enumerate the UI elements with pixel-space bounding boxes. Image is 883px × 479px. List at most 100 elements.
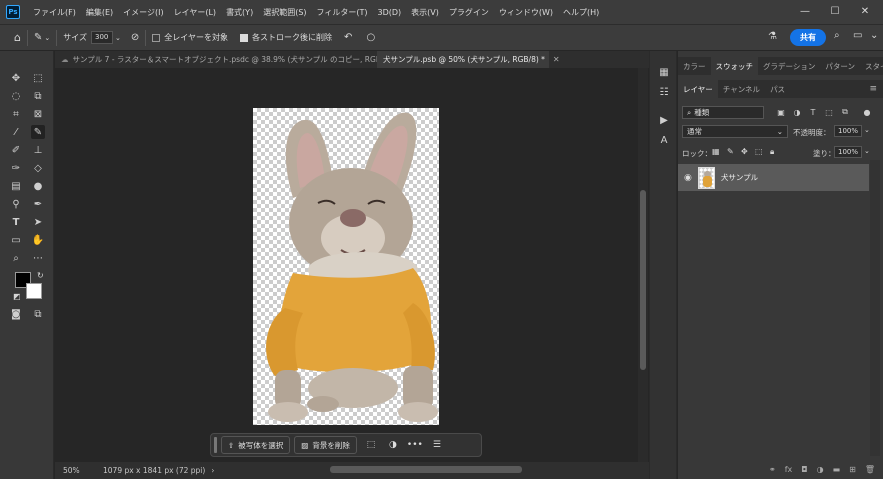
- lock-artboard-icon[interactable]: ⬚: [755, 147, 763, 156]
- brush-tool-icon[interactable]: ✐: [9, 143, 23, 157]
- link-icon[interactable]: ⚭: [769, 465, 776, 474]
- fx-icon[interactable]: fx: [785, 465, 793, 474]
- scrollbar-thumb[interactable]: [640, 190, 646, 370]
- group-icon[interactable]: ▬: [833, 465, 841, 474]
- undo-icon[interactable]: ↶: [344, 32, 352, 43]
- swap-colors-icon[interactable]: ↻: [37, 271, 44, 280]
- eraser-tool-icon[interactable]: ◇: [31, 161, 45, 175]
- more-options-icon[interactable]: •••: [407, 437, 423, 453]
- libraries-icon[interactable]: ▦: [657, 65, 671, 79]
- remove-tool-icon[interactable]: ✎: [34, 32, 42, 43]
- canvas-vertical-scrollbar[interactable]: [638, 68, 648, 462]
- tab-swatches[interactable]: スウォッチ: [710, 57, 758, 75]
- menu-layer[interactable]: レイヤー(L): [169, 7, 221, 18]
- tab-channels[interactable]: チャンネル: [718, 80, 765, 98]
- menu-type[interactable]: 書式(Y): [221, 7, 258, 18]
- menu-help[interactable]: ヘルプ(H): [558, 7, 604, 18]
- mask-icon[interactable]: ◘: [801, 465, 807, 474]
- adjustment-layer-icon[interactable]: ◑: [817, 465, 824, 474]
- fill-input[interactable]: 100%: [834, 146, 862, 158]
- flask-icon[interactable]: ⚗: [768, 31, 777, 42]
- frame-tool-icon[interactable]: ⊠: [31, 107, 45, 121]
- object-select-tool-icon[interactable]: ⧉: [31, 89, 45, 103]
- size-input[interactable]: 300: [91, 31, 114, 44]
- rectangle-tool-icon[interactable]: ▭: [9, 233, 23, 247]
- trash-icon[interactable]: 🗑︎: [865, 465, 875, 474]
- quick-mask-icon[interactable]: ◙: [9, 307, 23, 321]
- horizontal-scrollbar-thumb[interactable]: [330, 466, 522, 473]
- settings-sliders-icon[interactable]: ☰: [429, 437, 445, 453]
- sample-all-checkbox[interactable]: [152, 33, 161, 42]
- zoom-tool-icon[interactable]: ⌕: [9, 251, 23, 265]
- remove-background-button[interactable]: ▨ 背景を削除: [294, 436, 357, 454]
- filter-smart-icon[interactable]: ⧉: [840, 107, 850, 117]
- menu-view[interactable]: 表示(V): [406, 7, 444, 18]
- search-icon[interactable]: ⌕: [834, 30, 840, 41]
- tab-styles[interactable]: スタイル: [860, 57, 883, 75]
- menu-file[interactable]: ファイル(F): [28, 7, 81, 18]
- filter-shape-icon[interactable]: ⬚: [824, 107, 834, 117]
- chevron-down-icon[interactable]: ⌄: [864, 147, 870, 155]
- tab-paths[interactable]: パス: [765, 80, 790, 98]
- lock-transparent-icon[interactable]: ▦: [712, 147, 720, 156]
- lock-position-icon[interactable]: ✥: [741, 147, 748, 156]
- tab-dog-sample[interactable]: 犬サンプル.psb @ 50% (犬サンプル, RGB/8) * ✕: [377, 51, 560, 68]
- dodge-tool-icon[interactable]: ⚲: [9, 197, 23, 211]
- filter-toggle-icon[interactable]: ●: [862, 107, 872, 117]
- lock-all-icon[interactable]: 🔒︎: [770, 147, 774, 157]
- screen-mode-icon[interactable]: ⧉: [31, 307, 45, 321]
- close-icon[interactable]: ✕: [553, 55, 560, 64]
- type-tool-icon[interactable]: T: [9, 215, 23, 229]
- gradient-tool-icon[interactable]: ▤: [9, 179, 23, 193]
- default-colors-icon[interactable]: ◩: [13, 292, 21, 301]
- filter-type-icon[interactable]: T: [808, 107, 818, 117]
- menu-image[interactable]: イメージ(I): [118, 7, 168, 18]
- more-tools-icon[interactable]: ⋯: [31, 251, 45, 265]
- pen-tool-icon[interactable]: ✒: [31, 197, 45, 211]
- menu-plugins[interactable]: プラグイン: [444, 7, 494, 18]
- hand-tool-icon[interactable]: ✋: [31, 233, 45, 247]
- pressure-icon[interactable]: ⊘: [131, 32, 139, 43]
- layer-row[interactable]: ◉ 犬サンプル: [678, 164, 869, 191]
- panel-menu-icon[interactable]: ≡: [869, 84, 877, 94]
- tab-patterns[interactable]: パターン: [820, 57, 860, 75]
- play-icon[interactable]: ▶: [657, 113, 671, 127]
- select-subject-button[interactable]: ⇧ 被写体を選択: [221, 436, 291, 454]
- stroke-delete-checkbox[interactable]: [240, 33, 249, 42]
- zoom-level[interactable]: 50%: [63, 466, 103, 475]
- blend-mode-select[interactable]: 通常 ⌄: [682, 125, 788, 138]
- share-button[interactable]: 共有: [790, 29, 826, 46]
- move-tool-icon[interactable]: ✥: [9, 71, 23, 85]
- workspace-dropdown-icon[interactable]: ⌄: [870, 30, 878, 41]
- menu-3d[interactable]: 3D(D): [373, 8, 407, 17]
- menu-filter[interactable]: フィルター(T): [312, 7, 373, 18]
- eye-icon[interactable]: ◉: [684, 173, 692, 183]
- tab-layers[interactable]: レイヤー: [678, 80, 718, 98]
- minimize-button[interactable]: —: [790, 0, 820, 22]
- new-layer-icon[interactable]: ⊞: [849, 465, 856, 474]
- history-brush-icon[interactable]: ✑: [9, 161, 23, 175]
- maximize-button[interactable]: ☐: [820, 0, 850, 22]
- blur-tool-icon[interactable]: ●: [31, 179, 45, 193]
- crop-tool-icon[interactable]: ⌗: [9, 107, 23, 121]
- menu-edit[interactable]: 編集(E): [81, 7, 118, 18]
- transform-icon[interactable]: ⬚: [363, 437, 379, 453]
- layers-scrollbar[interactable]: [870, 160, 880, 456]
- adjustment-icon[interactable]: ◑: [385, 437, 401, 453]
- circle-icon[interactable]: ○: [366, 32, 375, 43]
- marquee-tool-icon[interactable]: ⬚: [31, 71, 45, 85]
- adjustments-icon[interactable]: ☷: [657, 85, 671, 99]
- lock-pixels-icon[interactable]: ✎: [727, 147, 734, 156]
- chevron-down-icon[interactable]: ⌄: [44, 34, 50, 42]
- character-icon[interactable]: A: [657, 133, 671, 147]
- chevron-right-icon[interactable]: ›: [211, 466, 214, 475]
- menu-window[interactable]: ウィンドウ(W): [494, 7, 558, 18]
- tab-gradients[interactable]: グラデーション: [758, 57, 820, 75]
- lasso-tool-icon[interactable]: ◌: [9, 89, 23, 103]
- workspace-icon[interactable]: ▭: [853, 30, 862, 41]
- tab-sample7[interactable]: ☁ サンプル 7 - ラスター＆スマートオブジェクト.psdc @ 38.9% …: [55, 51, 406, 68]
- stamp-tool-icon[interactable]: ⊥: [31, 143, 45, 157]
- layer-filter-select[interactable]: ⌕ 種類: [682, 106, 764, 119]
- eyedropper-tool-icon[interactable]: ⁄: [9, 125, 23, 139]
- drag-handle[interactable]: [214, 437, 217, 453]
